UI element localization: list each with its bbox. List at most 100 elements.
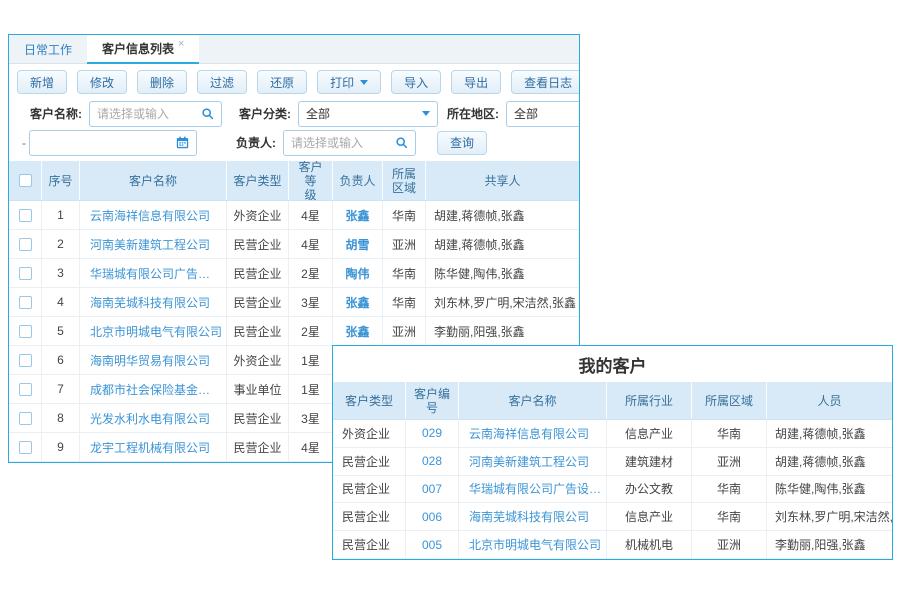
customer-code-link[interactable]: 029 (422, 426, 442, 440)
row-checkbox[interactable] (19, 383, 32, 396)
row-checkbox[interactable] (19, 412, 32, 425)
col-header-customer-code: 客户编 号 (406, 382, 459, 419)
toolbar-button[interactable]: 导出 (451, 70, 501, 94)
customer-name-link[interactable]: 龙宇工程机械有限公司 (90, 439, 210, 456)
district-select[interactable]: 全部 (506, 101, 579, 127)
search-icon[interactable] (395, 136, 408, 149)
filter-row-1: 客户名称: 客户分类: 全部 所在地区: 全部 (9, 99, 579, 128)
customer-name-link[interactable]: 海南明华贸易有限公司 (90, 352, 210, 369)
search-icon[interactable] (201, 107, 214, 120)
customer-name-link[interactable]: 河南美新建筑工程公司 (469, 453, 589, 470)
col-header-shared: 共享人 (426, 161, 579, 200)
my-customer-row[interactable]: 民营企业 007 华瑞城有限公司广告设计部 办公文教 华南 陈华健,陶伟,张鑫 (333, 476, 892, 504)
my-customers-panel: 我的客户 客户类型 客户编 号 客户名称 所属行业 所属区域 人员 外资企业 0… (332, 345, 893, 560)
my-customer-row[interactable]: 民营企业 006 海南芜城科技有限公司 信息产业 华南 刘东林,罗广明,宋洁然,… (333, 503, 892, 531)
customer-name-link[interactable]: 光发水利水电有限公司 (90, 410, 210, 427)
col-header-region: 所属 区域 (383, 161, 426, 200)
my-customer-row[interactable]: 民营企业 005 北京市明城电气有限公司 机械机电 亚洲 李勤丽,阳强,张鑫 (333, 531, 892, 559)
owner-link[interactable]: 张鑫 (345, 323, 369, 340)
customer-name-link[interactable]: 云南海祥信息有限公司 (469, 425, 589, 442)
toolbar-button[interactable]: 导入 (391, 70, 441, 94)
customer-name-link[interactable]: 北京市明城电气有限公司 (90, 323, 222, 340)
row-checkbox[interactable] (19, 325, 32, 338)
customer-code-link[interactable]: 007 (422, 482, 442, 496)
customer-row[interactable]: 4 海南芜城科技有限公司 民营企业 3星 张鑫 华南 刘东林,罗广明,宋洁然,张… (9, 288, 579, 317)
owner-input[interactable] (291, 136, 395, 150)
customer-level: 2星 (289, 317, 333, 345)
customer-name-link[interactable]: 云南海祥信息有限公司 (90, 207, 210, 224)
my-customer-row[interactable]: 民营企业 028 河南美新建筑工程公司 建筑建材 亚洲 胡建,蒋德帧,张鑫 (333, 448, 892, 476)
customer-row[interactable]: 1 云南海祥信息有限公司 外资企业 4星 张鑫 华南 胡建,蒋德帧,张鑫 (9, 201, 579, 230)
region: 华南 (692, 503, 767, 530)
category-select[interactable]: 全部 (298, 101, 438, 127)
region: 华南 (692, 476, 767, 503)
select-all-checkbox[interactable] (19, 174, 32, 187)
customer-row[interactable]: 5 北京市明城电气有限公司 民营企业 2星 张鑫 亚洲 李勤丽,阳强,张鑫 (9, 317, 579, 346)
row-checkbox[interactable] (19, 354, 32, 367)
customer-name-link[interactable]: 海南芜城科技有限公司 (90, 294, 210, 311)
toolbar-button[interactable]: 过滤 (197, 70, 247, 94)
customer-name-link[interactable]: 河南美新建筑工程公司 (90, 236, 210, 253)
query-button[interactable]: 查询 (437, 131, 487, 155)
toolbar-button[interactable]: 新增 (17, 70, 67, 94)
customer-name-link[interactable]: 成都市社会保险基金管理... (90, 381, 222, 398)
people: 胡建,蒋德帧,张鑫 (767, 420, 892, 447)
owner-link[interactable]: 张鑫 (345, 207, 369, 224)
customer-level: 4星 (289, 230, 333, 258)
row-checkbox[interactable] (19, 441, 32, 454)
customer-level: 1星 (289, 346, 333, 374)
col-header-region: 所属区域 (692, 382, 767, 419)
toolbar-button[interactable]: 查看日志 (511, 70, 580, 94)
customer-type: 民营企业 (333, 476, 406, 503)
toolbar-button[interactable]: 修改 (77, 70, 127, 94)
row-checkbox[interactable] (19, 209, 32, 222)
row-checkbox[interactable] (19, 267, 32, 280)
tab-customer-list[interactable]: 客户信息列表 × (87, 35, 199, 64)
customer-code-link[interactable]: 028 (422, 454, 442, 468)
customer-level: 1星 (289, 375, 333, 403)
customer-name-link[interactable]: 北京市明城电气有限公司 (469, 536, 601, 553)
date-input[interactable] (37, 136, 176, 150)
toolbar-button[interactable]: 删除 (137, 70, 187, 94)
print-button[interactable]: 打印 (317, 70, 381, 94)
customer-type: 事业单位 (227, 375, 289, 403)
customer-type: 外资企业 (227, 346, 289, 374)
row-checkbox[interactable] (19, 238, 32, 251)
customer-name-link[interactable]: 华瑞城有限公司广告设计部 (469, 480, 602, 497)
customer-row[interactable]: 2 河南美新建筑工程公司 民营企业 4星 胡雪 亚洲 胡建,蒋德帧,张鑫 (9, 230, 579, 259)
col-header-customer-type: 客户类型 (227, 161, 289, 200)
district-value: 全部 (514, 105, 538, 122)
customer-row[interactable]: 3 华瑞城有限公司广告设计部 民营企业 2星 陶伟 华南 陈华健,陶伟,张鑫 (9, 259, 579, 288)
my-customers-table: 客户类型 客户编 号 客户名称 所属行业 所属区域 人员 外资企业 029 云南… (333, 382, 892, 559)
print-label: 打印 (330, 74, 354, 91)
toolbar-button[interactable]: 还原 (257, 70, 307, 94)
customer-name-input-wrap (89, 101, 222, 127)
owner-link[interactable]: 张鑫 (345, 294, 369, 311)
col-header-owner: 负责人 (333, 161, 383, 200)
customer-code-link[interactable]: 006 (422, 510, 442, 524)
customer-name-input[interactable] (97, 107, 201, 121)
customer-name-link[interactable]: 海南芜城科技有限公司 (469, 508, 589, 525)
region: 亚洲 (383, 317, 426, 345)
tab-label: 客户信息列表 (102, 40, 174, 57)
owner-link[interactable]: 胡雪 (345, 236, 369, 253)
customer-name-link[interactable]: 华瑞城有限公司广告设计部 (90, 265, 222, 282)
customer-type: 民营企业 (333, 503, 406, 530)
row-checkbox[interactable] (19, 296, 32, 309)
customer-level: 3星 (289, 288, 333, 316)
customer-code-link[interactable]: 005 (422, 538, 442, 552)
row-seq: 4 (42, 288, 80, 316)
calendar-icon[interactable] (176, 136, 189, 149)
customer-level: 4星 (289, 201, 333, 229)
my-customer-row[interactable]: 外资企业 029 云南海祥信息有限公司 信息产业 华南 胡建,蒋德帧,张鑫 (333, 420, 892, 448)
people: 胡建,蒋德帧,张鑫 (767, 448, 892, 475)
owner-link[interactable]: 陶伟 (345, 265, 369, 282)
customer-type: 民营企业 (227, 404, 289, 432)
tab-daily-work[interactable]: 日常工作 (9, 35, 87, 63)
industry: 信息产业 (607, 503, 692, 530)
my-customers-header: 客户类型 客户编 号 客户名称 所属行业 所属区域 人员 (333, 382, 892, 420)
shared-people: 胡建,蒋德帧,张鑫 (426, 230, 579, 258)
filter-area: 客户名称: 客户分类: 全部 所在地区: 全部 - (9, 99, 579, 157)
close-icon[interactable]: × (178, 38, 184, 50)
col-header-customer-level: 客户等 级 (289, 161, 333, 200)
